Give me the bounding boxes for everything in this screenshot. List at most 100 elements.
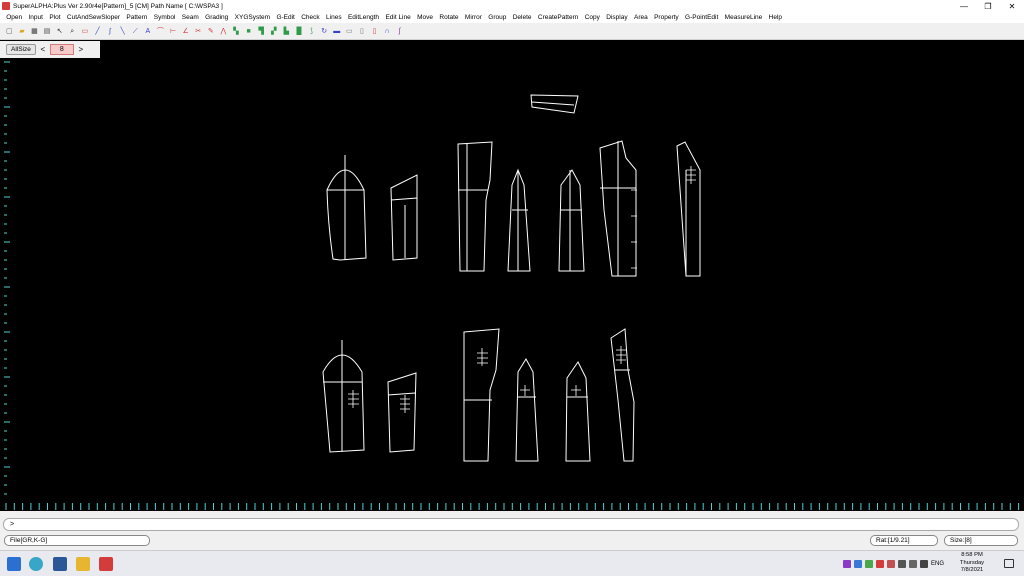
ruler-bottom — [5, 503, 1020, 510]
front-panel-upper-2 — [507, 168, 531, 272]
minimize-button[interactable]: — — [952, 0, 976, 12]
perpendicular-icon[interactable]: ⊢ — [168, 26, 179, 37]
polyline-icon[interactable]: ⟋ — [130, 26, 141, 37]
calculator-icon[interactable] — [53, 557, 67, 571]
menu-input[interactable]: Input — [25, 14, 46, 21]
start-icon[interactable] — [7, 557, 21, 571]
menu-copy[interactable]: Copy — [582, 14, 604, 21]
prev-size-button[interactable]: < — [38, 45, 48, 54]
security-tray-icon[interactable] — [875, 560, 884, 568]
page-icon[interactable]: ▭ — [79, 26, 90, 37]
zoom-icon[interactable]: ⌕ — [67, 26, 78, 37]
open-icon[interactable]: ▰ — [16, 26, 27, 37]
select-icon[interactable]: ↖ — [54, 26, 65, 37]
clock-date: 7/8/2021 — [960, 567, 984, 573]
pen-tray-icon[interactable] — [842, 560, 851, 568]
layer-icon[interactable]: ▙ — [281, 26, 292, 37]
window-title: SuperALPHA:Plus Ver 2.90r4e[Pattern]_5 [… — [13, 2, 223, 10]
grain-marks — [348, 166, 696, 413]
clock[interactable]: 8:58 PM Thursday 7/8/2021 — [952, 552, 992, 575]
volume-tray-icon[interactable] — [919, 560, 928, 568]
taskbar: ENG 8:58 PM Thursday 7/8/2021 — [0, 550, 1024, 576]
pattern-canvas[interactable] — [0, 40, 1024, 511]
block-icon[interactable]: █ — [293, 26, 304, 37]
window-icon[interactable]: ▭ — [344, 26, 355, 37]
print-icon[interactable]: ▤ — [42, 26, 53, 37]
update-tray-icon[interactable] — [886, 560, 895, 568]
menu-cutandsewsloper[interactable]: CutAndSewSloper — [64, 14, 124, 21]
text-icon[interactable]: A — [142, 26, 153, 37]
dart-icon[interactable]: ⋀ — [218, 26, 229, 37]
brush-icon[interactable]: ⟆ — [306, 26, 317, 37]
pattern-icon[interactable]: ▚ — [230, 26, 241, 37]
fill-icon[interactable]: ■ — [243, 26, 254, 37]
grade-icon[interactable]: ▜ — [256, 26, 267, 37]
collar-piece — [530, 94, 579, 114]
menu-display[interactable]: Display — [603, 14, 631, 21]
restore-button[interactable]: ❐ — [976, 0, 1000, 12]
new-icon[interactable]: ▢ — [4, 26, 15, 37]
command-line[interactable]: > — [3, 518, 1019, 531]
size-value[interactable]: 8 — [49, 44, 74, 55]
notification-icon[interactable] — [1004, 559, 1014, 568]
menu-property[interactable]: Property — [651, 14, 682, 21]
copy-icon[interactable]: ▞ — [268, 26, 279, 37]
menu-open[interactable]: Open — [3, 14, 25, 21]
language-indicator[interactable]: ENG — [931, 561, 944, 567]
allsize-button[interactable]: AllSize — [6, 44, 36, 55]
menu-g-pointedit[interactable]: G-PointEdit — [682, 14, 722, 21]
side-panel-upper — [558, 169, 585, 272]
title-bar: SuperALPHA:Plus Ver 2.90r4e[Pattern]_5 [… — [0, 0, 1024, 12]
menu-rotate[interactable]: Rotate — [436, 14, 462, 21]
menu-grading[interactable]: Grading — [202, 14, 232, 21]
rotate-icon[interactable]: ↻ — [319, 26, 330, 37]
menu-move[interactable]: Move — [414, 14, 436, 21]
browser-icon[interactable] — [29, 557, 43, 571]
save-icon[interactable]: ▦ — [29, 26, 40, 37]
front-panel-lower-2 — [515, 357, 539, 462]
bracket-icon[interactable]: ∩ — [382, 26, 393, 37]
menu-plot[interactable]: Plot — [46, 14, 64, 21]
monitor-tray-icon[interactable] — [853, 560, 862, 568]
menu-delete[interactable]: Delete — [510, 14, 535, 21]
menu-mirror[interactable]: Mirror — [462, 14, 485, 21]
arc-icon[interactable]: ⌒ — [155, 26, 166, 37]
menu-bar: Open Input Plot CutAndSewSloper Pattern Symbo… — [0, 12, 1024, 23]
next-size-button[interactable]: > — [76, 45, 86, 54]
menu-pattern[interactable]: Pattern — [123, 14, 150, 21]
menu-symbol[interactable]: Symbol — [151, 14, 179, 21]
menu-group[interactable]: Group — [485, 14, 509, 21]
sleeve-piece-upper — [326, 155, 367, 261]
menu-editlength[interactable]: EditLength — [345, 14, 382, 21]
cut-icon[interactable]: ✂ — [193, 26, 204, 37]
app-icon — [2, 2, 10, 10]
angle-icon[interactable]: ∠ — [180, 26, 191, 37]
menu-area[interactable]: Area — [631, 14, 651, 21]
folder-icon[interactable]: ▬ — [331, 26, 342, 37]
menu-help[interactable]: Help — [765, 14, 785, 21]
curve-icon[interactable]: ∫ — [105, 26, 116, 37]
network-tray-icon[interactable] — [897, 560, 906, 568]
doc-icon[interactable]: ▯ — [356, 26, 367, 37]
pattern-pieces — [322, 94, 701, 462]
menu-lines[interactable]: Lines — [323, 14, 345, 21]
menu-createpattern[interactable]: CreatePattern — [535, 14, 582, 21]
menu-check[interactable]: Check — [298, 14, 323, 21]
ruler-left — [4, 61, 10, 495]
menu-seam[interactable]: Seam — [179, 14, 202, 21]
close-button[interactable]: ✕ — [1000, 0, 1024, 12]
size-selector: AllSize < 8 > — [0, 41, 100, 58]
line-icon[interactable]: ╱ — [92, 26, 103, 37]
superalpha-app-icon[interactable] — [99, 557, 113, 571]
pen-icon[interactable]: ✎ — [205, 26, 216, 37]
app-tray-icon[interactable] — [864, 560, 873, 568]
hook-icon[interactable]: ʃ — [394, 26, 405, 37]
menu-edit-line[interactable]: Edit Line — [382, 14, 414, 21]
menu-measureline[interactable]: MeasureLine — [721, 14, 765, 21]
battery-tray-icon[interactable] — [908, 560, 917, 568]
menu-xygsystem[interactable]: XYGSystem — [231, 14, 273, 21]
menu-g-edit[interactable]: G-Edit — [273, 14, 298, 21]
file-explorer-icon[interactable] — [76, 557, 90, 571]
diagonal-icon[interactable]: ╲ — [117, 26, 128, 37]
mirror-icon[interactable]: ▯ — [369, 26, 380, 37]
